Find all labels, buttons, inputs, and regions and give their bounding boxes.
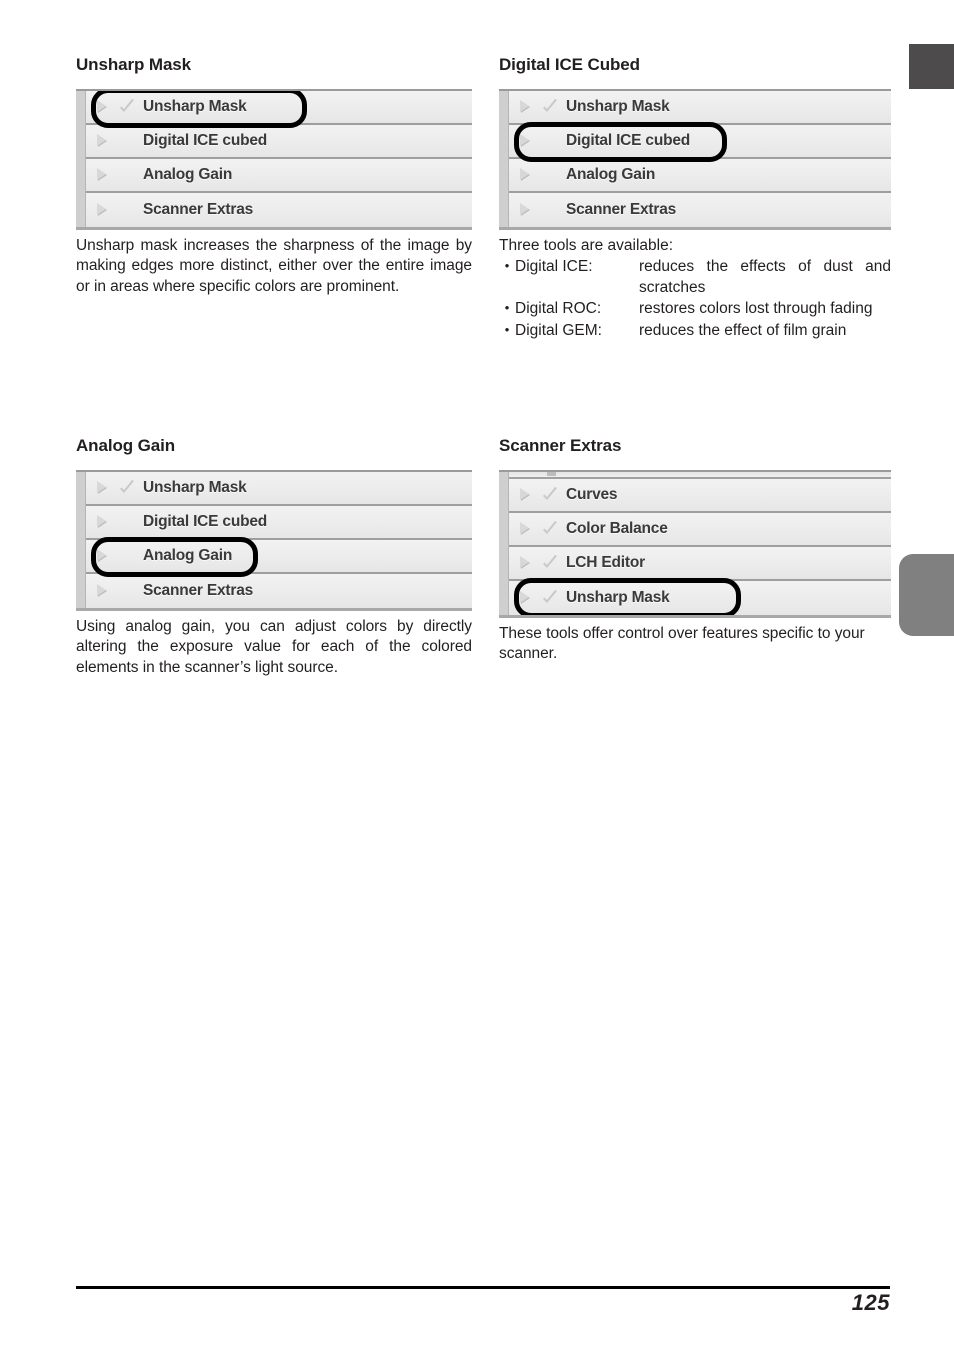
triangle-right-icon[interactable] <box>519 555 532 570</box>
tool-description: reduces the effects of dust and scratche… <box>639 258 891 296</box>
list-item-label: Scanner Extras <box>566 200 677 218</box>
triangle-right-icon[interactable] <box>96 99 109 114</box>
list-item[interactable]: Digital ICE cubed <box>86 505 472 540</box>
list-item[interactable]: Analog Gain <box>86 536 472 577</box>
list-item[interactable]: Curves <box>509 478 891 513</box>
tool-name: Digital GEM: <box>515 321 602 339</box>
triangle-right-icon[interactable] <box>96 514 109 529</box>
clipped-row-top <box>509 471 891 479</box>
page-title-unsharp-mask: Unsharp Mask <box>76 55 192 74</box>
list-item-label: Analog Gain <box>143 546 233 564</box>
list-item[interactable]: Color Balance <box>509 512 891 547</box>
list-item-label: Unsharp Mask <box>566 588 670 606</box>
list-item-label: Unsharp Mask <box>566 97 670 115</box>
list-item[interactable]: Scanner Extras <box>86 573 472 608</box>
triangle-right-icon[interactable] <box>519 99 532 114</box>
check-icon <box>118 479 136 496</box>
section-body-text: These tools offer control over features … <box>499 624 865 663</box>
bullet-icon: • <box>504 258 510 274</box>
tool-name: Digital ROC: <box>515 300 602 318</box>
tool-description: reduces the effect of film grain <box>639 321 847 339</box>
list-item-label: Digital ICE cubed <box>143 131 268 149</box>
triangle-right-icon[interactable] <box>96 548 109 563</box>
check-icon <box>541 520 559 537</box>
section-body-text: Using analog gain, you can adjust colors… <box>76 617 472 676</box>
list-item[interactable]: Unsharp Mask <box>509 90 891 125</box>
check-icon <box>118 98 136 115</box>
list-item[interactable]: Unsharp Mask <box>86 90 472 128</box>
triangle-right-icon[interactable] <box>519 521 532 536</box>
section-unsharp-mask: Unsharp Mask Unsharp Mask Digital ICE cu… <box>76 55 472 297</box>
check-icon <box>541 554 559 571</box>
triangle-right-icon[interactable] <box>519 487 532 502</box>
triangle-right-icon[interactable] <box>519 167 532 182</box>
edge-tab-top <box>909 44 954 89</box>
list-item-label: Digital ICE cubed <box>143 512 268 530</box>
list-item: • Digital ROC: restores colors lost thro… <box>499 299 891 319</box>
list-item-label: Unsharp Mask <box>143 97 247 115</box>
triangle-right-icon[interactable] <box>96 480 109 495</box>
list-item[interactable]: Scanner Extras <box>509 192 891 227</box>
list-item[interactable]: Unsharp Mask <box>509 577 891 615</box>
list-item[interactable]: Scanner Extras <box>86 192 472 227</box>
list-item-label: Unsharp Mask <box>143 478 247 496</box>
section-analog-gain: Analog Gain Unsharp Mask Digital ICE cub… <box>76 436 472 678</box>
list-item: • Digital GEM: reduces the effect of fil… <box>499 321 891 341</box>
list-item-label: Scanner Extras <box>143 200 254 218</box>
list-item[interactable]: Unsharp Mask <box>86 471 472 506</box>
list-item-label: Analog Gain <box>566 165 656 183</box>
list-item-label: Analog Gain <box>143 165 233 183</box>
tool-list-panel-scanner-extras: Curves Color Balance LCH Editor Unsharp … <box>499 469 891 618</box>
triangle-right-icon[interactable] <box>96 167 109 182</box>
bullet-icon: • <box>504 321 510 337</box>
page-title-scanner-extras: Scanner Extras <box>499 436 622 455</box>
manual-page: Unsharp Mask Unsharp Mask Digital ICE cu… <box>0 0 954 1352</box>
triangle-right-icon[interactable] <box>519 133 532 148</box>
triangle-right-icon[interactable] <box>96 133 109 148</box>
check-icon <box>541 589 559 606</box>
bullet-icon: • <box>504 300 510 316</box>
list-item-label: Color Balance <box>566 519 668 537</box>
page-number: 125 <box>851 1290 890 1315</box>
list-item[interactable]: Digital ICE cubed <box>509 121 891 162</box>
list-item: • Digital ICE: reduces the effects of du… <box>499 257 891 298</box>
list-item[interactable]: Analog Gain <box>86 158 472 193</box>
tool-description: restores colors lost through fading <box>639 300 873 318</box>
list-item-label: Scanner Extras <box>143 581 254 599</box>
footer-divider <box>76 1286 890 1289</box>
tool-description-list: • Digital ICE: reduces the effects of du… <box>499 257 891 341</box>
tool-name: Digital ICE: <box>515 258 593 276</box>
page-title-analog-gain: Analog Gain <box>76 436 176 455</box>
list-item-label: LCH Editor <box>566 553 645 571</box>
triangle-right-icon[interactable] <box>519 202 532 217</box>
section-digital-ice-cubed: Digital ICE Cubed Unsharp Mask Digital I… <box>499 55 891 341</box>
check-icon <box>541 98 559 115</box>
check-icon <box>541 486 559 503</box>
tool-list-panel-digital-ice-cubed: Unsharp Mask Digital ICE cubed Analog Ga… <box>499 88 891 230</box>
tools-intro-text: Three tools are available: <box>499 236 674 254</box>
page-title-digital-ice-cubed: Digital ICE Cubed <box>499 55 640 74</box>
section-body-text: Unsharp mask increases the sharpness of … <box>76 236 472 295</box>
tool-list-panel-analog-gain: Unsharp Mask Digital ICE cubed Analog Ga… <box>76 469 472 611</box>
triangle-right-icon[interactable] <box>96 583 109 598</box>
tool-list-panel-unsharp-mask: Unsharp Mask Digital ICE cubed Analog Ga… <box>76 88 472 230</box>
section-scanner-extras: Scanner Extras Curves Color Balance LCH … <box>499 436 891 665</box>
list-item-label: Digital ICE cubed <box>566 131 691 149</box>
triangle-right-icon[interactable] <box>519 590 532 605</box>
triangle-right-icon[interactable] <box>96 202 109 217</box>
list-item-label: Curves <box>566 485 618 503</box>
edge-tab-middle <box>899 554 954 636</box>
list-item[interactable]: Analog Gain <box>509 158 891 193</box>
list-item[interactable]: LCH Editor <box>509 546 891 581</box>
list-item[interactable]: Digital ICE cubed <box>86 124 472 159</box>
